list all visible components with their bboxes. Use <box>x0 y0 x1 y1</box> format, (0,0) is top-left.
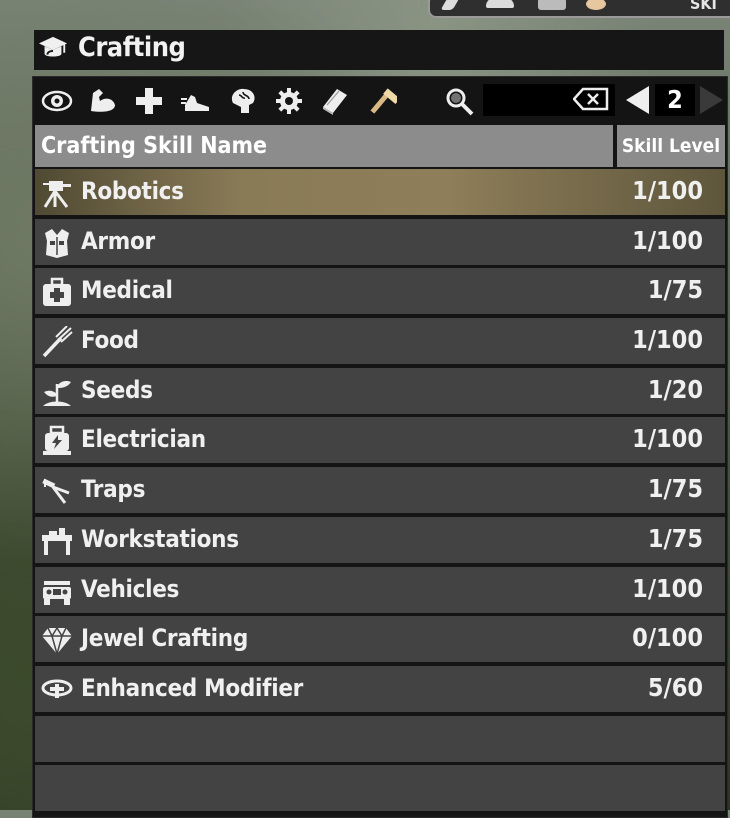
skill-level: 1/100 <box>632 573 703 603</box>
plus-icon[interactable] <box>133 85 165 117</box>
list-item-food[interactable]: Food 1/100 <box>35 318 725 365</box>
hammer-icon[interactable] <box>365 85 397 117</box>
skill-level: 5/60 <box>647 672 703 702</box>
window-title-bar: Crafting <box>34 30 724 70</box>
skill-name: Vehicles <box>81 574 180 603</box>
modifier-icon <box>41 679 73 698</box>
graduation-cap-icon <box>38 36 68 57</box>
crafting-panel: 2 Crafting Skill Name Skill Level Roboti… <box>32 76 728 818</box>
filter-toolbar: 2 <box>33 77 727 123</box>
skill-name: Armor <box>81 226 155 255</box>
fork-icon <box>42 326 73 358</box>
list-item-workstations[interactable]: Workstations 1/75 <box>35 516 725 563</box>
skill-name: Workstations <box>81 524 239 553</box>
gear-icon[interactable] <box>273 85 305 117</box>
map-tab-icon[interactable] <box>538 0 566 10</box>
workbench-icon <box>42 527 72 555</box>
list-item-seeds[interactable]: Seeds 1/20 <box>35 367 725 414</box>
eye-icon[interactable] <box>41 85 73 117</box>
skill-name: Jewel Crafting <box>81 624 248 653</box>
skill-name: Electrician <box>81 425 206 454</box>
empty-list-slot <box>35 715 725 762</box>
header-skill-level[interactable]: Skill Level <box>617 125 725 167</box>
medkit-icon <box>43 278 71 307</box>
list-item-medical[interactable]: Medical 1/75 <box>35 268 725 315</box>
skill-name: Traps <box>81 475 146 504</box>
skill-list: Robotics 1/100 Armor 1/100 Medical 1/75 <box>35 169 725 815</box>
clear-search-icon[interactable] <box>573 87 609 111</box>
list-item-vehicles[interactable]: Vehicles 1/100 <box>35 566 725 613</box>
diamond-icon <box>42 626 72 657</box>
list-item-traps[interactable]: Traps 1/75 <box>35 467 725 514</box>
jeep-icon <box>43 580 71 605</box>
robot-turret-icon <box>43 181 71 208</box>
list-item-jewel-crafting[interactable]: Jewel Crafting 0/100 <box>35 616 725 663</box>
skill-level: 1/100 <box>632 424 703 454</box>
skill-name: Food <box>81 326 139 355</box>
character-tab-icon[interactable] <box>486 0 514 8</box>
page-number: 2 <box>655 84 695 116</box>
header-skill-name[interactable]: Crafting Skill Name <box>35 125 613 167</box>
skill-name: Robotics <box>81 177 184 205</box>
top-tab-strip: SKI <box>428 0 730 18</box>
table-header: Crafting Skill Name Skill Level <box>35 125 725 167</box>
brain-icon[interactable] <box>227 85 259 117</box>
skills-tab-label[interactable]: SKI <box>690 0 717 13</box>
skill-level: 1/75 <box>647 275 703 305</box>
next-page-icon[interactable] <box>697 84 725 116</box>
skill-level: 1/75 <box>647 523 703 553</box>
wrench-tab-icon[interactable] <box>440 0 460 10</box>
previous-page-icon[interactable] <box>623 84 653 116</box>
generator-icon <box>43 426 71 456</box>
skill-name: Enhanced Modifier <box>81 673 304 702</box>
skill-level: 0/100 <box>632 623 703 653</box>
list-item-armor[interactable]: Armor 1/100 <box>35 218 725 265</box>
window-title: Crafting <box>78 32 186 63</box>
skill-level: 1/100 <box>632 225 703 255</box>
skill-level: 1/100 <box>632 325 703 355</box>
armor-vest-icon <box>45 228 69 258</box>
trap-icon <box>42 478 70 505</box>
book-icon[interactable] <box>319 85 351 117</box>
list-item-enhanced-modifier[interactable]: Enhanced Modifier 5/60 <box>35 665 725 712</box>
skill-level: 1/100 <box>632 176 703 205</box>
skill-name: Medical <box>81 276 173 305</box>
list-item-robotics[interactable]: Robotics 1/100 <box>35 169 725 215</box>
list-item-electrician[interactable]: Electrician 1/100 <box>35 417 725 464</box>
search-icon[interactable] <box>443 85 475 117</box>
skill-name: Seeds <box>81 375 153 404</box>
sprout-icon <box>43 380 71 406</box>
empty-list-slot <box>35 765 725 812</box>
players-tab-icon[interactable] <box>586 0 606 10</box>
skill-level: 1/20 <box>647 374 703 404</box>
muscle-icon[interactable] <box>87 85 119 117</box>
shoe-icon[interactable] <box>181 85 213 117</box>
skill-level: 1/75 <box>647 474 703 504</box>
